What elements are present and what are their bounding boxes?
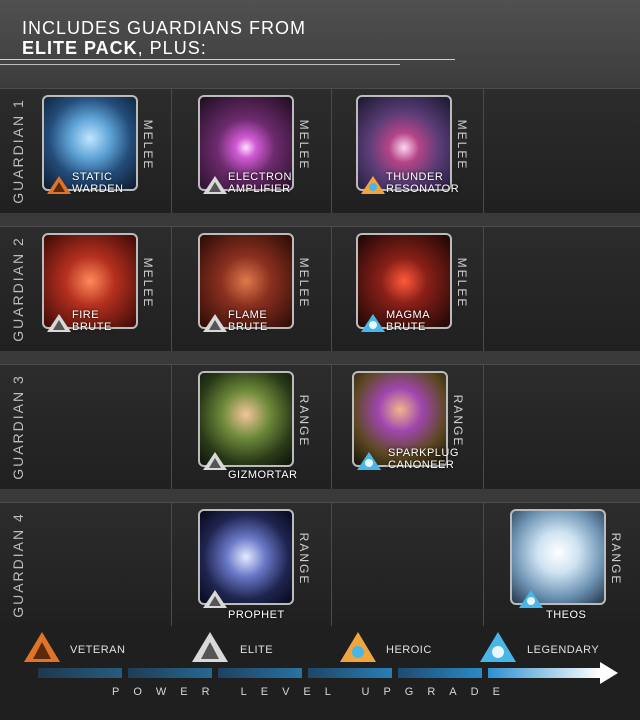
- row-label: GUARDIAN 3: [0, 365, 36, 489]
- elite-rank-icon: [203, 452, 227, 470]
- header-title-line2: ELITE PACK, PLUS:: [22, 38, 207, 59]
- class-tag: MELEE: [297, 257, 311, 309]
- power-bar-segment: [128, 668, 212, 678]
- power-bar-segment: [398, 668, 482, 678]
- row-label-text: GUARDIAN 1: [10, 98, 26, 204]
- legendary-rank-icon: [361, 314, 385, 332]
- header-rule: [0, 64, 400, 65]
- header-rule: [0, 59, 455, 60]
- row-label-text: GUARDIAN 3: [10, 374, 26, 480]
- legendary-rank-icon: [480, 632, 516, 662]
- elite-rank-icon: [47, 314, 71, 332]
- veteran-rank-icon: [24, 632, 60, 662]
- power-arrow-icon: [600, 662, 618, 684]
- legend-legendary: LEGENDARY: [527, 644, 600, 656]
- legendary-rank-icon: [519, 590, 543, 608]
- page-header: INCLUDES GUARDIANS FROM ELITE PACK, PLUS…: [0, 0, 640, 88]
- guardian-card-theos[interactable]: RANGE THEOS: [510, 509, 640, 625]
- guardian-name: ELECTRON AMPLIFIER: [228, 171, 292, 195]
- elite-rank-icon: [203, 176, 227, 194]
- guardian-card-electron-amplifier[interactable]: MELEE ELECTRON AMPLIFIER: [198, 95, 336, 211]
- power-bar-segment: [38, 668, 122, 678]
- guardian-name: PROPHET: [228, 609, 285, 621]
- guardian-name: FIRE BRUTE: [72, 309, 112, 333]
- legend-veteran: VETERAN: [70, 644, 126, 656]
- guardian-name: SPARKPLUG CANONEER: [388, 447, 459, 471]
- guardian-name: THUNDER RESONATOR: [386, 171, 460, 195]
- column-divider: [171, 365, 172, 489]
- power-bar-segment: [308, 668, 392, 678]
- class-tag: RANGE: [297, 394, 311, 448]
- class-tag: MELEE: [297, 119, 311, 171]
- power-level-legend: VETERAN ELITE HEROIC LEGENDARY POWER LEV…: [0, 626, 640, 720]
- class-tag: MELEE: [141, 257, 155, 309]
- guardian-name: MAGMA BRUTE: [386, 309, 431, 333]
- class-tag: RANGE: [609, 532, 623, 586]
- veteran-rank-icon: [47, 176, 71, 194]
- guardian-name: STATIC WARDEN: [72, 171, 124, 195]
- class-tag: MELEE: [455, 257, 469, 309]
- class-tag: MELEE: [141, 119, 155, 171]
- power-bar-segment: [488, 668, 600, 678]
- power-bar-segment: [218, 668, 302, 678]
- legend-elite: ELITE: [240, 644, 274, 656]
- guardian-card-gizmortar[interactable]: RANGE GIZMORTAR: [198, 371, 336, 487]
- guardian-name: GIZMORTAR: [228, 469, 298, 481]
- header-title-line1: INCLUDES GUARDIANS FROM: [22, 18, 307, 38]
- row-label: GUARDIAN 1: [0, 89, 36, 213]
- class-tag: RANGE: [451, 394, 465, 448]
- guardian-card-magma-brute[interactable]: MELEE MAGMA BRUTE: [356, 233, 494, 349]
- guardian-card-static-warden[interactable]: MELEE STATIC WARDEN: [42, 95, 180, 211]
- power-level-label: POWER LEVEL UPGRADE: [112, 686, 514, 698]
- row-label-text: GUARDIAN 4: [10, 512, 26, 618]
- guardian-row-4: GUARDIAN 4 RANGE PROPHET RANGE THEOS: [0, 502, 640, 627]
- guardian-card-prophet[interactable]: RANGE PROPHET: [198, 509, 336, 625]
- row-label: GUARDIAN 4: [0, 503, 36, 627]
- elite-rank-icon: [203, 314, 227, 332]
- guardian-row-2: GUARDIAN 2 MELEE FIRE BRUTE MELEE FLAME BR…: [0, 226, 640, 351]
- legend-heroic: HEROIC: [386, 644, 432, 656]
- heroic-rank-icon: [340, 632, 376, 662]
- header-plus: , PLUS:: [137, 38, 207, 58]
- class-tag: MELEE: [455, 119, 469, 171]
- elite-rank-icon: [203, 590, 227, 608]
- row-label-text: GUARDIAN 2: [10, 236, 26, 342]
- guardian-name: THEOS: [546, 609, 587, 621]
- class-tag: RANGE: [297, 532, 311, 586]
- guardian-card-sparkplug-canoneer[interactable]: RANGE SPARKPLUG CANONEER: [352, 371, 490, 487]
- column-divider: [483, 503, 484, 627]
- row-label: GUARDIAN 2: [0, 227, 36, 351]
- guardian-card-flame-brute[interactable]: MELEE FLAME BRUTE: [198, 233, 336, 349]
- elite-rank-icon: [192, 632, 228, 662]
- header-pack-name: ELITE PACK: [22, 38, 138, 58]
- guardian-card-fire-brute[interactable]: MELEE FIRE BRUTE: [42, 233, 180, 349]
- guardian-row-1: GUARDIAN 1 MELEE STATIC WARDEN MELEE ELEC…: [0, 88, 640, 213]
- heroic-rank-icon: [361, 176, 385, 194]
- guardian-name: FLAME BRUTE: [228, 309, 268, 333]
- column-divider: [171, 503, 172, 627]
- legendary-rank-icon: [357, 452, 381, 470]
- guardian-row-3: GUARDIAN 3 RANGE GIZMORTAR RANGE SPARKPL…: [0, 364, 640, 489]
- guardian-card-thunder-resonator[interactable]: MELEE THUNDER RESONATOR: [356, 95, 494, 211]
